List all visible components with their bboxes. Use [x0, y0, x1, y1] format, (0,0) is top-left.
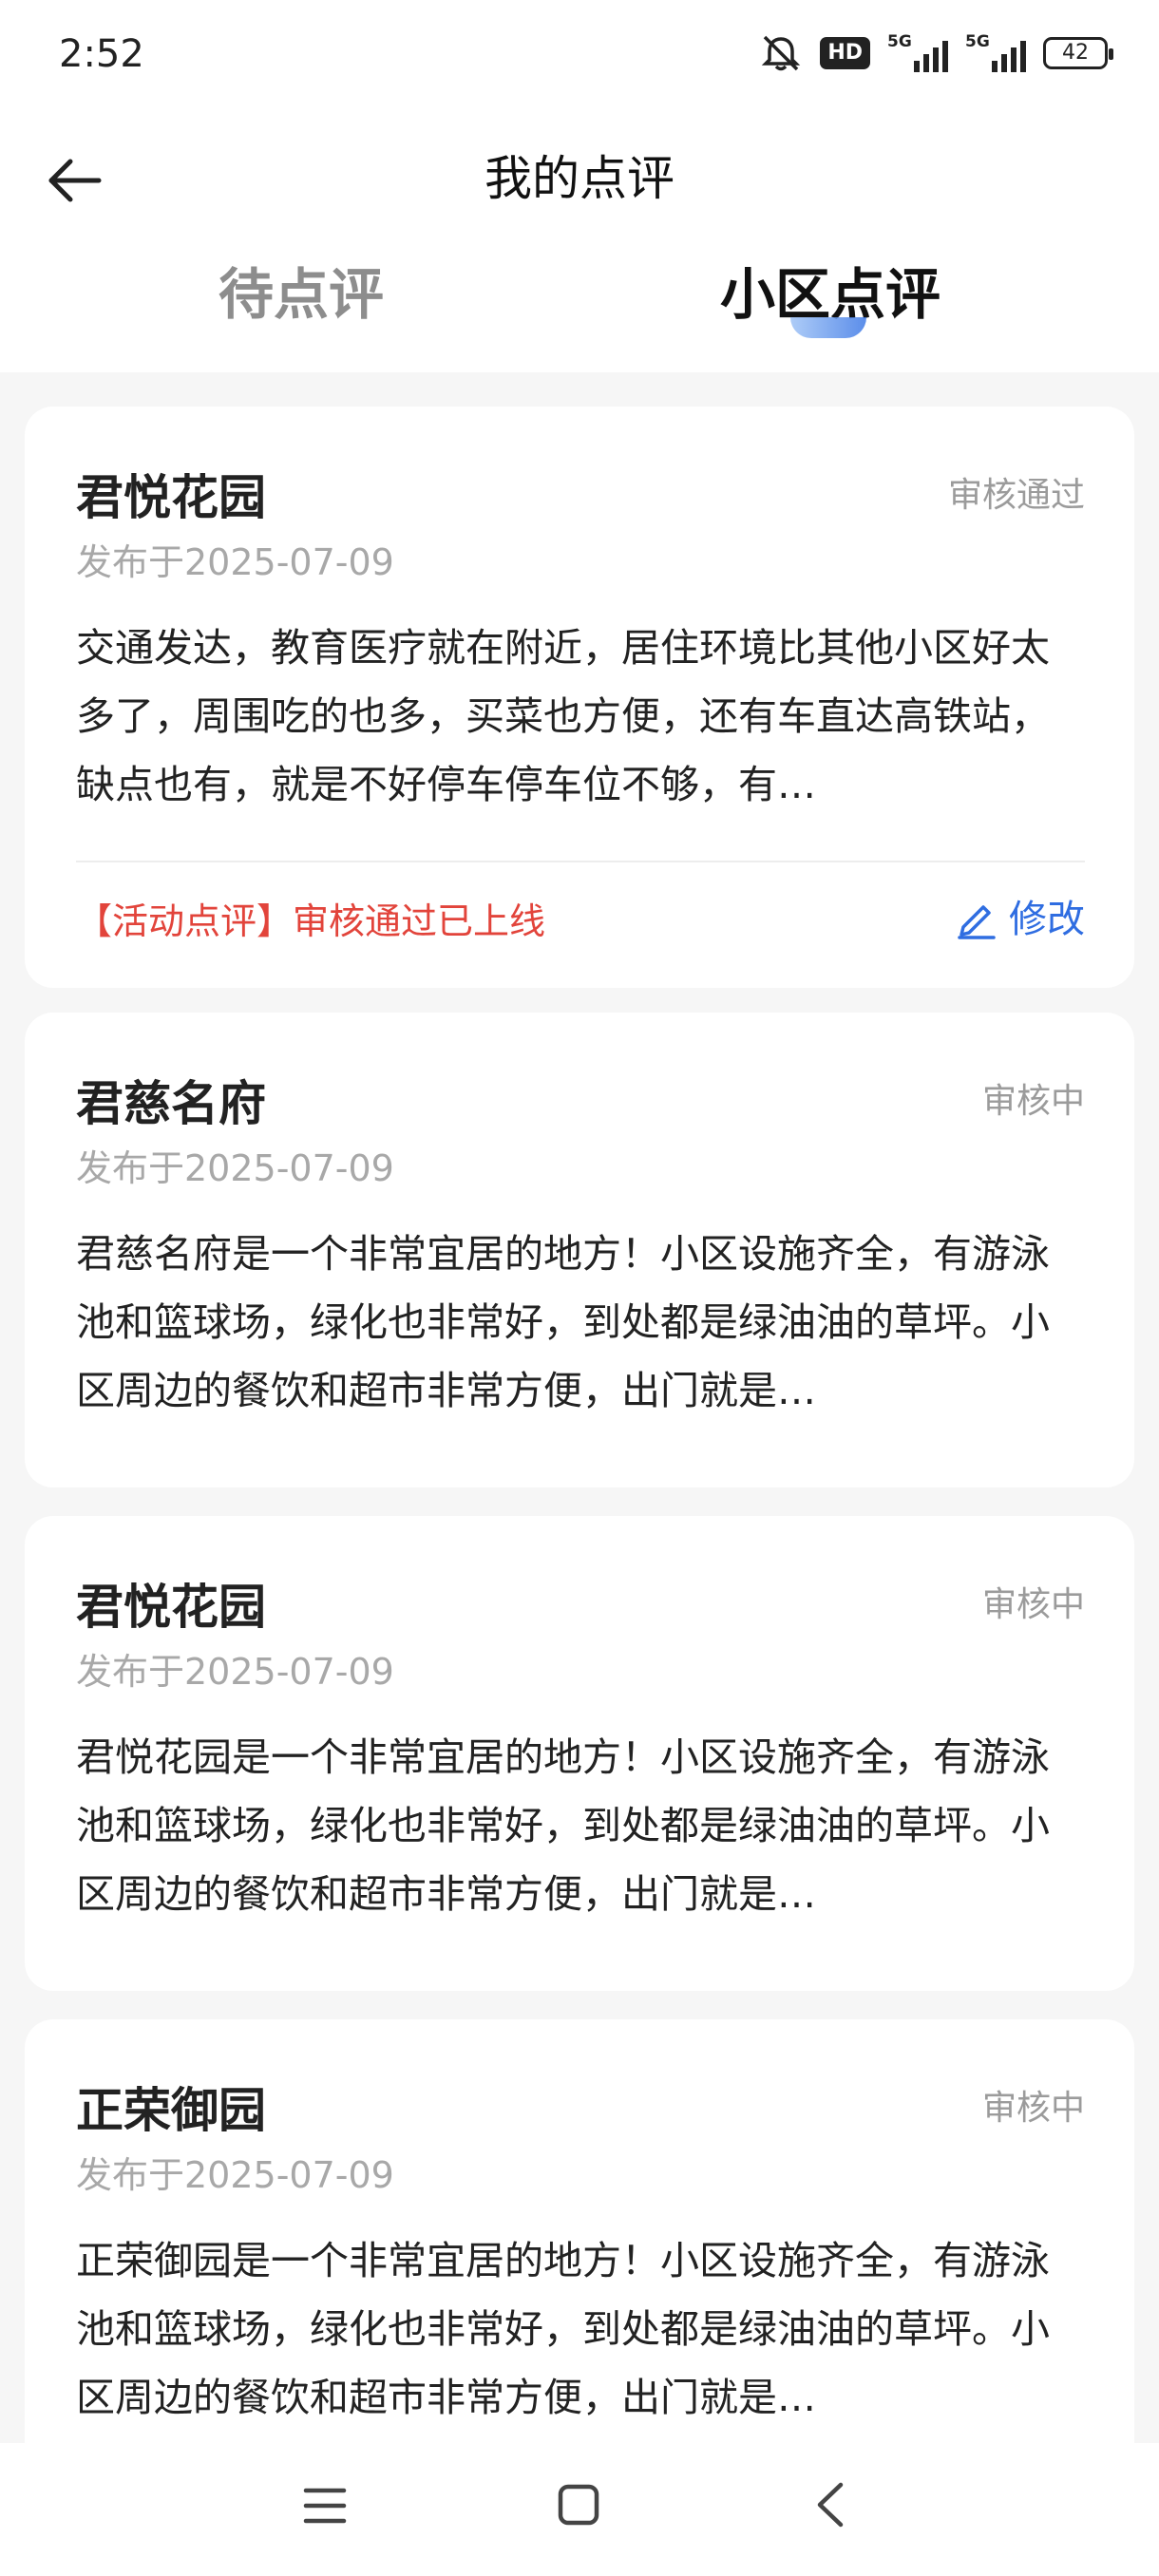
status-bar: 2:52 HD 5G 5G 42	[0, 0, 1159, 114]
pencil-icon	[958, 905, 996, 939]
signal-icon: 5G	[887, 32, 948, 72]
publish-date: 发布于2025-07-09	[76, 2154, 394, 2196]
mute-bell-icon	[762, 35, 801, 71]
review-status: 审核中	[981, 2089, 1085, 2128]
page-header: 我的点评 待点评 小区点评	[0, 114, 1159, 372]
divider	[76, 861, 1085, 862]
review-text: 正荣御园是一个非常宜居的地方！小区设施齐全，有游泳池和篮球场，绿化也非常好，到处…	[76, 2238, 1050, 2420]
community-name: 君悦花园	[76, 1580, 266, 1635]
tab-pending-reviews[interactable]: 待点评	[218, 256, 384, 332]
review-status: 审核中	[981, 1585, 1085, 1624]
activity-note: 【活动点评】审核通过已上线	[76, 900, 546, 942]
edit-button[interactable]: 修改	[956, 891, 1085, 948]
review-status: 审核中	[981, 1082, 1085, 1121]
publish-date: 发布于2025-07-09	[76, 1147, 394, 1189]
review-text: 交通发达，教育医疗就在附近，居住环境比其他小区好太多了，周围吃的也多，买菜也方便…	[76, 625, 1050, 807]
review-card[interactable]: 君悦花园 审核中 发布于2025-07-09 君悦花园是一个非常宜居的地方！小区…	[25, 1516, 1134, 1991]
system-nav-bar	[0, 2443, 1159, 2576]
publish-date: 发布于2025-07-09	[76, 1651, 394, 1693]
review-card[interactable]: 君慈名府 审核中 发布于2025-07-09 君慈名府是一个非常宜居的地方！小区…	[25, 1013, 1134, 1487]
page-title: 我的点评	[484, 151, 674, 206]
edit-label: 修改	[1009, 898, 1085, 941]
community-name: 君慈名府	[76, 1076, 266, 1131]
review-status: 审核通过	[947, 476, 1085, 515]
home-icon[interactable]	[557, 2483, 600, 2527]
review-card[interactable]: 君悦花园 审核通过 发布于2025-07-09 交通发达，教育医疗就在附近，居住…	[25, 407, 1134, 988]
status-icons: HD 5G 5G 42	[759, 32, 1113, 72]
signal-icon: 5G	[965, 32, 1026, 72]
hd-voice-badge: HD	[820, 37, 870, 69]
review-card[interactable]: 正荣御园 审核中 发布于2025-07-09 正荣御园是一个非常宜居的地方！小区…	[25, 2019, 1134, 2494]
review-text: 君慈名府是一个非常宜居的地方！小区设施齐全，有游泳池和篮球场，绿化也非常好，到处…	[76, 1231, 1050, 1413]
publish-date: 发布于2025-07-09	[76, 541, 394, 583]
review-text: 君悦花园是一个非常宜居的地方！小区设施齐全，有游泳池和篮球场，绿化也非常好，到处…	[76, 1734, 1050, 1917]
status-time: 2:52	[59, 32, 144, 76]
battery-icon: 42	[1043, 37, 1113, 69]
community-name: 君悦花园	[76, 470, 266, 525]
menu-icon[interactable]	[302, 2485, 348, 2527]
active-tab-indicator	[790, 317, 866, 338]
community-name: 正荣御园	[76, 2083, 266, 2138]
chevron-left-icon[interactable]	[812, 2481, 850, 2529]
